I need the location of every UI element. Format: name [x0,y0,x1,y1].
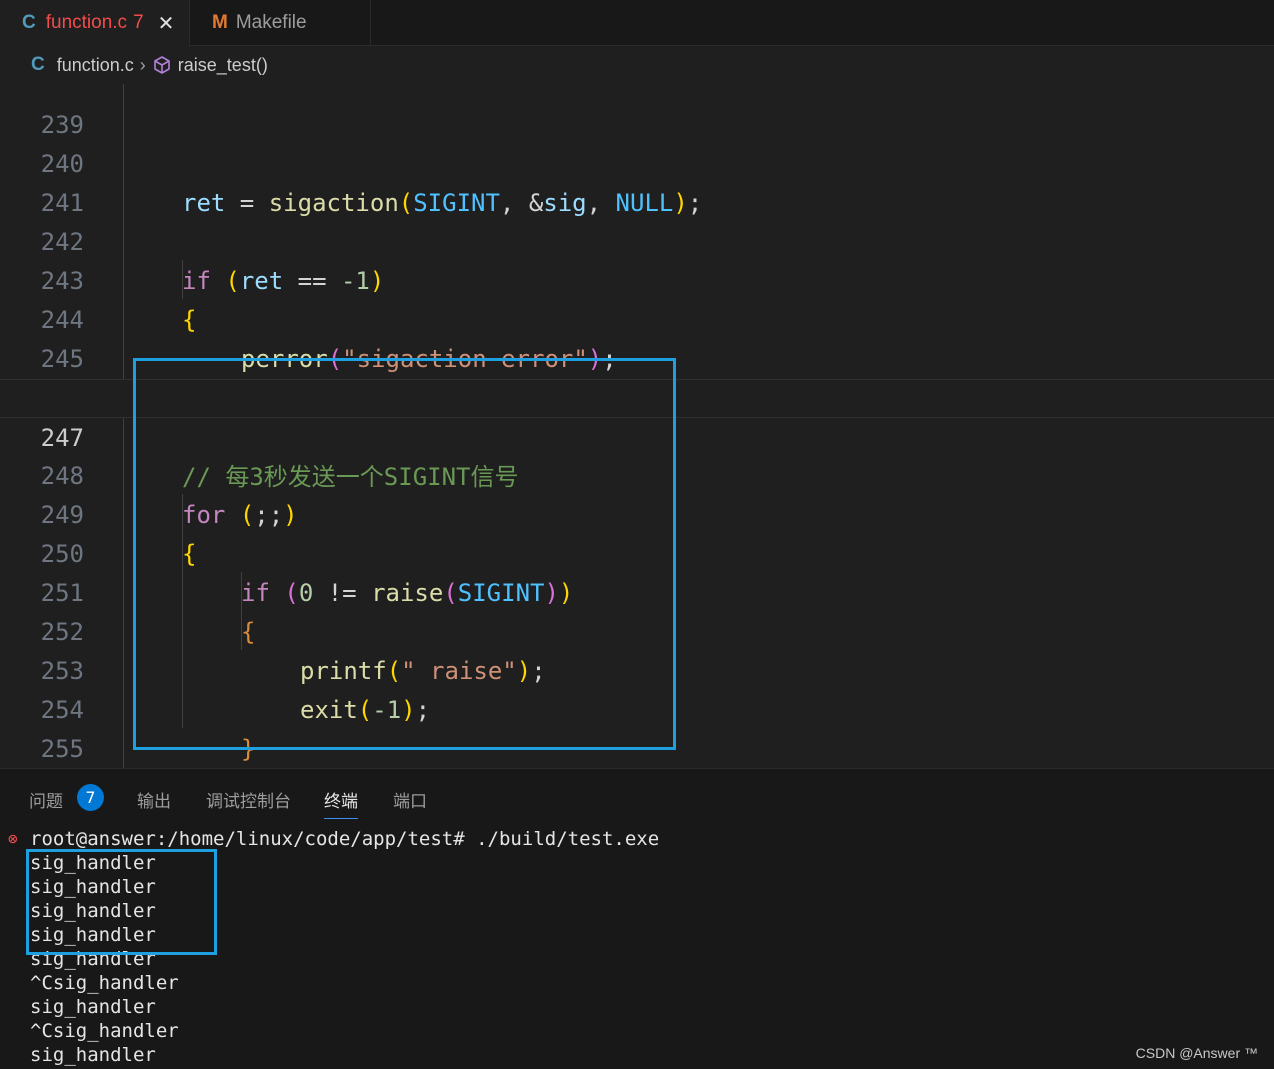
makefile-icon: M [212,12,228,33]
terminal-line: sig_handler [30,1044,156,1066]
terminal-line: ^Csig_handler [30,1020,179,1042]
c-file-icon: C [22,12,36,33]
highlight-box [26,849,217,955]
code-line: 244 perror("sigaction error"); [0,262,1274,373]
terminal-line: ^Csig_handler [30,972,179,994]
tab-debug-console[interactable]: 调试控制台 [206,787,291,813]
problem-count: 7 [133,12,144,33]
tab-function-c[interactable]: C function.c 7 ✕ [0,0,190,46]
watermark: CSDN @Answer ™ [1135,1045,1258,1061]
editor-tab-bar: C function.c 7 ✕ M Makefile [0,0,1274,46]
code-line: 245 } [0,301,1274,412]
code-line: 240 ret = sigaction(SIGINT, &sig, NULL); [0,106,1274,217]
chevron-right-icon: › [139,54,146,75]
tab-problems[interactable]: 问题 [29,787,63,813]
terminal-line: sig_handler [30,996,156,1018]
code-line: 239 [0,84,1274,139]
highlight-box [133,358,676,750]
tab-terminal[interactable]: 终端 [324,787,358,819]
code-line: 241 [0,145,1274,217]
breadcrumb: C function.c › raise_test() [0,46,1274,84]
code-editor[interactable]: 239 240 ret = sigaction(SIGINT, &sig, NU… [0,84,1274,768]
error-circle-icon: ⊗ [8,829,18,848]
method-cube-icon [153,56,170,74]
terminal-line: root@answer:/home/linux/code/app/test# .… [30,828,660,850]
tab-makefile[interactable]: M Makefile [190,0,371,46]
close-icon[interactable]: ✕ [158,11,175,36]
c-file-icon: C [31,54,45,75]
problems-badge: 7 [77,784,104,811]
code-line: 243 { [0,223,1274,334]
tab-ports[interactable]: 端口 [393,787,427,813]
code-line: 242 if (ret == -1) [0,184,1274,295]
tab-output[interactable]: 输出 [137,787,171,813]
breadcrumb-file[interactable]: function.c [57,55,134,76]
tab-label: Makefile [235,12,307,33]
bottom-panel: 问题 7 输出 调试控制台 终端 端口 ⊗ root@answer:/home/… [0,768,1274,1069]
tab-label: function.c [45,12,128,33]
breadcrumb-symbol[interactable]: raise_test() [178,55,268,76]
